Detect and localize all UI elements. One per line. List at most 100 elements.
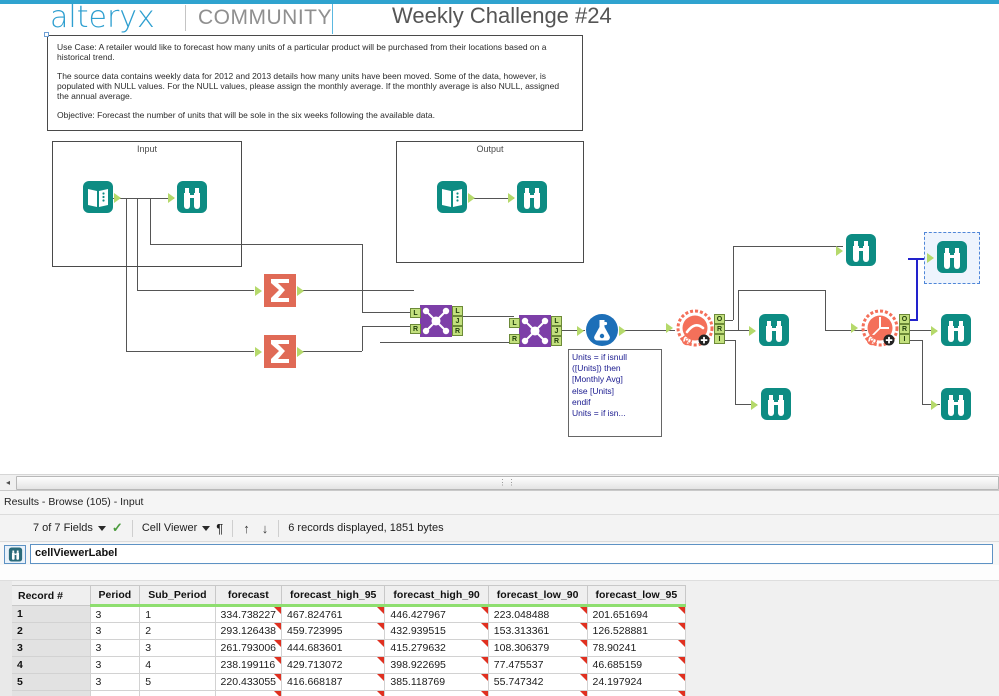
cell-period[interactable]: 3 [90,606,140,623]
cell-record[interactable]: 4 [12,657,90,674]
cell-forecast-low-95[interactable]: 46.685159 [587,657,686,674]
cell-forecast-high-95[interactable]: 444.683601 [282,640,385,657]
input-port[interactable] [927,253,934,263]
input-port[interactable] [577,326,584,336]
input-port[interactable] [851,323,858,333]
browse-tool-a[interactable] [845,233,877,267]
column-header-forecast-high-95[interactable]: forecast_high_95 [282,586,385,606]
formula-tool[interactable] [586,314,618,346]
table-row[interactable]: 3 3 3 261.793006 444.683601 415.279632 1… [12,640,686,657]
cell-record[interactable]: 5 [12,674,90,691]
join-output-right-port[interactable]: R [452,326,463,336]
cell-forecast[interactable] [215,691,281,696]
results-table[interactable]: Record # Period Sub_Period forecast fore… [12,585,686,696]
workflow-canvas[interactable]: alteryx COMMUNITY Weekly Challenge #24 U… [0,4,999,467]
browse-tool-d[interactable] [940,313,972,347]
arima-output-r-port[interactable]: R [714,324,725,334]
join-output-left-port[interactable]: L [452,306,463,316]
cell-sub-period[interactable]: 2 [140,623,215,640]
results-grid[interactable]: Record # Period Sub_Period forecast fore… [0,581,999,696]
join-output-right-port[interactable]: R [551,336,562,346]
cell-forecast-high-90[interactable]: 446.427967 [385,606,488,623]
column-header-forecast[interactable]: forecast [215,586,281,606]
table-row[interactable]: 1 3 1 334.738227 467.824761 446.427967 2… [12,606,686,623]
join-input-left-port[interactable]: L [410,308,421,318]
cell-forecast-low-90[interactable] [488,691,587,696]
tool-container-output[interactable]: Output [396,141,584,263]
cell-forecast[interactable]: 261.793006 [215,640,281,657]
cell-forecast[interactable]: 238.199116 [215,657,281,674]
cell-forecast-high-90[interactable] [385,691,488,696]
column-header-forecast-low-90[interactable]: forecast_low_90 [488,586,587,606]
cell-forecast-high-95[interactable]: 416.668187 [282,674,385,691]
join-output-join-port[interactable]: J [551,326,562,336]
column-header-record[interactable]: Record # [12,586,90,606]
output-port[interactable] [297,347,304,357]
cell-forecast-high-95[interactable] [282,691,385,696]
input-port[interactable] [508,193,515,203]
chevron-down-icon[interactable] [202,526,210,531]
cell-forecast-low-90[interactable]: 153.313361 [488,623,587,640]
cell-record[interactable] [12,691,90,696]
binoculars-icon[interactable] [4,545,26,564]
check-icon[interactable]: ✓ [112,520,123,536]
input-port[interactable] [255,286,262,296]
cell-forecast-high-90[interactable]: 398.922695 [385,657,488,674]
cell-sub-period[interactable] [140,691,215,696]
browse-tool-selected[interactable] [936,240,968,274]
cell-forecast[interactable]: 220.433055 [215,674,281,691]
cell-sub-period[interactable]: 5 [140,674,215,691]
cell-forecast-high-95[interactable]: 429.713072 [282,657,385,674]
summarize-tool-1[interactable] [264,274,296,307]
column-header-forecast-high-90[interactable]: forecast_high_90 [385,586,488,606]
browse-tool-b[interactable] [758,313,790,347]
chevron-down-icon[interactable] [98,526,106,531]
cell-forecast-low-95[interactable] [587,691,686,696]
input-port[interactable] [931,326,938,336]
cell-forecast-low-90[interactable]: 108.306379 [488,640,587,657]
cell-forecast-low-95[interactable]: 24.197924 [587,674,686,691]
join-tool-1[interactable]: L R L J R [420,305,452,337]
cell-viewer-label-field[interactable]: cellViewerLabel [30,544,993,564]
table-row-partial[interactable] [12,691,686,696]
input-port[interactable] [749,326,756,336]
join-output-left-port[interactable]: L [551,316,562,326]
cell-forecast-high-90[interactable]: 432.939515 [385,623,488,640]
results-toolbar[interactable]: 7 of 7 Fields ✓ Cell Viewer ¶ ↑ ↓ 6 reco… [0,514,999,542]
cell-sub-period[interactable]: 3 [140,640,215,657]
column-header-sub-period[interactable]: Sub_Period [140,586,215,606]
input-port[interactable] [666,323,673,333]
input-port[interactable] [931,400,938,410]
cell-forecast-high-90[interactable]: 415.279632 [385,640,488,657]
ts-output-o-port[interactable]: O [899,314,910,324]
join-input-right-port[interactable]: R [410,324,421,334]
arima-output-i-port[interactable]: I [714,334,725,344]
browse-tool-e[interactable] [940,387,972,421]
join-input-right-port[interactable]: R [509,334,520,344]
pilcrow-icon[interactable]: ¶ [216,521,223,536]
output-port[interactable] [468,193,475,203]
cell-record[interactable]: 3 [12,640,90,657]
input-port[interactable] [836,246,843,256]
cell-forecast-low-90[interactable]: 77.475537 [488,657,587,674]
cell-record[interactable]: 2 [12,623,90,640]
scroll-down-button[interactable]: ↓ [256,521,275,536]
output-port[interactable] [619,326,626,336]
cell-forecast-high-90[interactable]: 385.118769 [385,674,488,691]
column-header-period[interactable]: Period [90,586,140,606]
cell-forecast[interactable]: 334.738227 [215,606,281,623]
cell-record[interactable]: 1 [12,606,90,623]
cell-forecast-low-95[interactable]: 78.90241 [587,640,686,657]
cell-period[interactable]: 3 [90,657,140,674]
table-row[interactable]: 5 3 5 220.433055 416.668187 385.118769 5… [12,674,686,691]
view-mode-selector[interactable]: Cell Viewer ¶ [137,514,228,542]
ts-forecast-tool[interactable]: R O R I [861,309,899,349]
input-port[interactable] [255,347,262,357]
fields-selector[interactable]: 7 of 7 Fields ✓ [28,514,128,542]
cell-forecast-high-95[interactable]: 459.723995 [282,623,385,640]
arima-tool[interactable]: R O R I [676,309,714,349]
tool-container-input[interactable]: Input [52,141,242,267]
join-input-left-port[interactable]: L [509,318,520,328]
cell-period[interactable] [90,691,140,696]
join-tool-2[interactable]: L R L J R [519,315,551,347]
